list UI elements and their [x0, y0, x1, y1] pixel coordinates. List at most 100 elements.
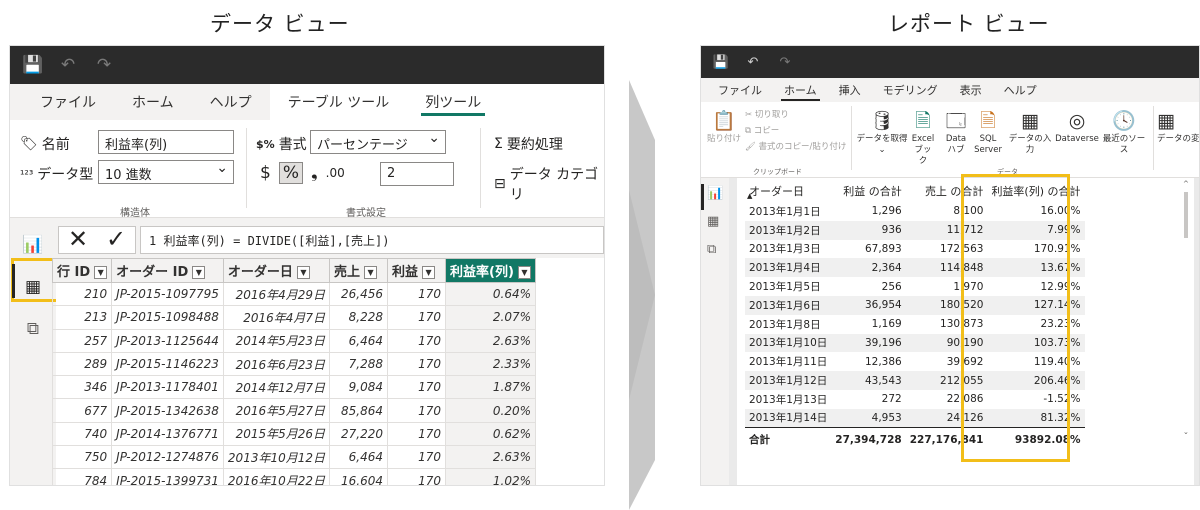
- copy-button[interactable]: ⧉ コピー: [745, 124, 779, 136]
- save-icon[interactable]: 💾: [711, 55, 731, 70]
- model-view-icon[interactable]: ⧉: [707, 242, 716, 257]
- table-cell[interactable]: 210: [51, 281, 113, 307]
- table-cell[interactable]: JP-2015-1098488: [111, 305, 224, 330]
- table-cell[interactable]: 750: [51, 445, 113, 470]
- col-header-order-id[interactable]: オーダー ID ▼: [111, 258, 224, 283]
- format-select[interactable]: パーセンテージ: [310, 130, 446, 154]
- table-cell[interactable]: 16,604: [329, 468, 389, 485]
- table-cell[interactable]: 8,228: [329, 305, 389, 330]
- table-cell[interactable]: 9,084: [329, 375, 389, 400]
- currency-icon[interactable]: $: [260, 163, 271, 183]
- datatype-select[interactable]: 10 進数: [98, 160, 234, 184]
- save-icon[interactable]: 💾: [22, 55, 43, 75]
- tab-insert[interactable]: 挿入: [828, 78, 872, 102]
- table-cell[interactable]: 0.20%: [445, 398, 537, 423]
- col-header-row-id[interactable]: 行 ID ▼: [51, 258, 113, 283]
- undo-icon[interactable]: ↶: [58, 55, 78, 75]
- table-cell[interactable]: 170: [387, 445, 447, 470]
- table-cell[interactable]: JP-2015-1097795: [111, 281, 224, 307]
- table-cell[interactable]: 213: [51, 305, 113, 330]
- table-row[interactable]: 784 JP-2015-1399731 2016年10月22日 16,604 170 1.…: [51, 468, 537, 485]
- filter-dropdown-icon[interactable]: ▼: [422, 266, 436, 279]
- table-cell[interactable]: 170: [387, 468, 447, 485]
- undo-icon[interactable]: ↶: [743, 55, 763, 70]
- table-cell[interactable]: 2014年12月7日: [222, 375, 331, 400]
- formula-input[interactable]: 1 利益率(列) = DIVIDE([利益],[売上]): [140, 226, 604, 254]
- filter-dropdown-icon[interactable]: ▼: [364, 266, 378, 279]
- tab-help[interactable]: ヘルプ: [192, 84, 270, 120]
- decimal-icon[interactable]: .00: [326, 166, 345, 180]
- filter-dropdown-icon[interactable]: ▼: [517, 266, 531, 279]
- get-data-button[interactable]: 🛢 データを取得 ⌄: [856, 108, 908, 156]
- table-cell[interactable]: 289: [51, 351, 113, 377]
- table-cell[interactable]: 2.07%: [445, 305, 537, 330]
- table-cell[interactable]: 2016年5月27日: [222, 398, 331, 423]
- col-header-profit-ratio[interactable]: 利益率(列) ▼: [445, 258, 537, 283]
- table-row[interactable]: 750 JP-2012-1274876 2013年10月12日 6,464 170 2.6…: [51, 445, 537, 470]
- table-cell[interactable]: 2016年4月7日: [222, 305, 331, 330]
- table-cell[interactable]: 26,456: [329, 281, 389, 307]
- table-cell[interactable]: 2016年6月23日: [222, 351, 331, 377]
- format-painter-button[interactable]: 🖌 書式のコピー/貼り付け: [745, 140, 846, 152]
- table-cell[interactable]: 170: [387, 375, 447, 400]
- table-cell[interactable]: JP-2015-1146223: [111, 351, 224, 377]
- table-cell[interactable]: 0.62%: [445, 421, 537, 447]
- table-cell[interactable]: 740: [51, 421, 113, 447]
- cancel-icon[interactable]: ✕: [68, 227, 88, 253]
- table-cell[interactable]: JP-2015-1342638: [111, 398, 224, 423]
- table-cell[interactable]: 6,464: [329, 445, 389, 470]
- redo-icon[interactable]: ↷: [775, 55, 795, 70]
- tab-column-tools[interactable]: 列ツール: [407, 84, 500, 120]
- report-view-icon[interactable]: 📊: [707, 186, 723, 201]
- name-input[interactable]: 利益率(列): [98, 130, 234, 154]
- table-cell[interactable]: 2.63%: [445, 328, 537, 353]
- table-row[interactable]: 740 JP-2014-1376771 2015年5月26日 27,220 170 0.6…: [51, 421, 537, 447]
- table-cell[interactable]: 2.63%: [445, 445, 537, 470]
- table-cell[interactable]: 170: [387, 328, 447, 353]
- filter-dropdown-icon[interactable]: ▼: [94, 266, 108, 279]
- table-cell[interactable]: 2015年5月26日: [222, 421, 331, 447]
- col-header-profit[interactable]: 利益 ▼: [387, 258, 447, 283]
- table-cell[interactable]: 677: [51, 398, 113, 423]
- table-cell[interactable]: 2.33%: [445, 351, 537, 377]
- table-cell[interactable]: 1.87%: [445, 375, 537, 400]
- percent-icon[interactable]: %: [278, 162, 303, 184]
- comma-icon[interactable]: ❟: [311, 163, 318, 183]
- data-view-icon[interactable]: ▦: [707, 214, 719, 229]
- table-cell[interactable]: 1.02%: [445, 468, 537, 485]
- table-cell[interactable]: 257: [51, 328, 113, 353]
- tab-file[interactable]: ファイル: [22, 84, 114, 120]
- transform-data-button[interactable]: ▦ データの変: [1157, 108, 1199, 145]
- tab-home[interactable]: ホーム: [114, 84, 192, 120]
- sql-server-button[interactable]: 🗎 SQL Server: [973, 108, 1003, 156]
- data-hub-button[interactable]: 🗔 Data ハブ: [941, 108, 971, 156]
- decimal-places-input[interactable]: 2: [380, 162, 454, 186]
- filter-dropdown-icon[interactable]: ▼: [192, 266, 206, 279]
- table-cell[interactable]: JP-2013-1178401: [111, 375, 224, 400]
- filter-dropdown-icon[interactable]: ▼: [296, 266, 310, 279]
- table-row[interactable]: 210 JP-2015-1097795 2016年4月29日 26,456 170 0.6…: [51, 281, 537, 307]
- table-row[interactable]: 257 JP-2013-1125644 2014年5月23日 6,464 170 2.63…: [51, 328, 537, 353]
- table-cell[interactable]: 27,220: [329, 421, 389, 447]
- excel-button[interactable]: 🗎 Excel ブック: [909, 108, 937, 167]
- cut-button[interactable]: ✂ 切り取り: [745, 108, 789, 120]
- scrollbar[interactable]: ^ ⌄: [1182, 178, 1190, 436]
- table-cell[interactable]: 85,864: [329, 398, 389, 423]
- table-row[interactable]: 346 JP-2013-1178401 2014年12月7日 9,084 170 1.87…: [51, 375, 537, 400]
- table-cell[interactable]: 170: [387, 421, 447, 447]
- table-cell[interactable]: 170: [387, 398, 447, 423]
- tab-file[interactable]: ファイル: [707, 78, 773, 102]
- table-cell[interactable]: 7,288: [329, 351, 389, 377]
- table-cell[interactable]: 2013年10月12日: [222, 445, 331, 470]
- tab-table-tools[interactable]: テーブル ツール: [269, 84, 408, 120]
- redo-icon[interactable]: ↷: [94, 55, 114, 75]
- table-cell[interactable]: 2016年10月22日: [222, 468, 331, 485]
- col-header-sales[interactable]: 売上 ▼: [329, 258, 389, 283]
- table-cell[interactable]: 2014年5月23日: [222, 328, 331, 353]
- tab-help[interactable]: ヘルプ: [993, 78, 1048, 102]
- col-header-order-date[interactable]: オーダー日: [745, 180, 831, 202]
- table-cell[interactable]: 2016年4月29日: [222, 281, 331, 307]
- dataverse-button[interactable]: ◎ Dataverse: [1055, 108, 1099, 145]
- table-row[interactable]: 213 JP-2015-1098488 2016年4月7日 8,228 170 2.07%: [51, 305, 537, 330]
- table-cell[interactable]: 170: [387, 281, 447, 307]
